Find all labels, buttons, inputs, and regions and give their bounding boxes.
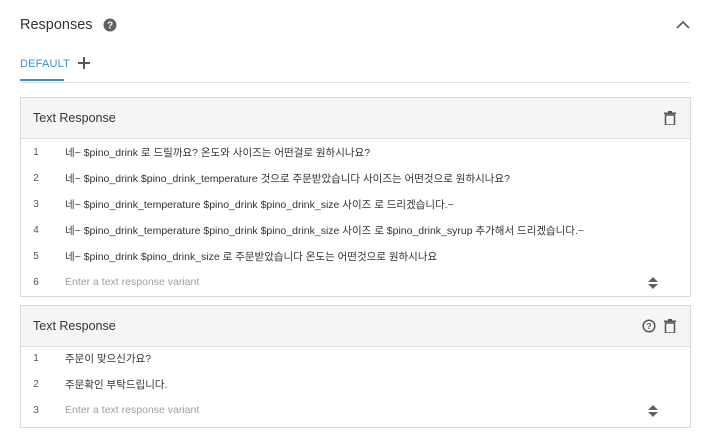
response-row: 5 네~ $pino_drink $pino_drink_size 로 주문받았… [21, 243, 690, 269]
help-circle-icon[interactable]: ? [103, 18, 117, 32]
response-text[interactable]: 네~ $pino_drink_temperature $pino_drink $… [65, 197, 454, 212]
help-circle-icon[interactable]: ? [642, 319, 656, 333]
response-text[interactable]: 네~ $pino_drink $pino_drink_temperature 것… [65, 171, 510, 186]
chevron-up-icon[interactable] [674, 16, 692, 34]
response-variant-input[interactable]: Enter a text response variant [65, 276, 199, 288]
section-title: Responses [20, 17, 93, 33]
row-number: 4 [33, 224, 39, 236]
card-title: Text Response [33, 319, 116, 333]
row-number: 2 [33, 172, 39, 184]
trash-icon[interactable] [664, 319, 676, 333]
active-tab-indicator [20, 79, 64, 81]
response-tabs: DEFAULT [20, 52, 690, 83]
row-number: 1 [33, 352, 39, 364]
response-text[interactable]: 네~ $pino_drink $pino_drink_size 로 주문받았습니… [65, 249, 437, 264]
response-text[interactable]: 네~ $pino_drink 로 드릴까요? 온도와 사이즈는 어떤걸로 원하시… [65, 145, 370, 160]
stepper-icon[interactable] [648, 404, 658, 417]
response-variant-input[interactable]: Enter a text response variant [65, 404, 199, 416]
row-number: 5 [33, 250, 39, 262]
response-row: 4 네~ $pino_drink_temperature $pino_drink… [21, 217, 690, 243]
response-row: 1 네~ $pino_drink 로 드릴까요? 온도와 사이즈는 어떤걸로 원… [21, 139, 690, 165]
row-number: 1 [33, 146, 39, 158]
card-header: Text Response ? [21, 306, 690, 347]
response-row: 1 주문이 맞으신가요? [21, 345, 690, 371]
row-number: 2 [33, 378, 39, 390]
trash-icon[interactable] [664, 111, 676, 125]
svg-text:?: ? [106, 21, 112, 32]
responses-header: Responses ? [20, 14, 702, 36]
response-row: 2 네~ $pino_drink $pino_drink_temperature… [21, 165, 690, 191]
tab-default[interactable]: DEFAULT [20, 58, 70, 78]
response-row: 2 주문확인 부탁드립니다. [21, 371, 690, 397]
row-number: 6 [33, 276, 39, 288]
svg-text:?: ? [646, 321, 651, 331]
stepper-icon[interactable] [648, 276, 658, 289]
response-text[interactable]: 주문이 맞으신가요? [65, 351, 151, 366]
responses-page: Responses ? DEFAULT Text Response 1 네~ $… [0, 0, 722, 436]
response-text[interactable]: 주문확인 부탁드립니다. [65, 377, 167, 392]
text-response-card: Text Response ? 1 주문이 맞으신가요? 2 주문확인 부탁드립… [20, 305, 691, 428]
response-text[interactable]: 네~ $pino_drink_temperature $pino_drink $… [65, 223, 584, 238]
new-response-row: 6 Enter a text response variant [21, 269, 690, 295]
response-row: 3 네~ $pino_drink_temperature $pino_drink… [21, 191, 690, 217]
card-header: Text Response [21, 98, 690, 139]
card-title: Text Response [33, 111, 116, 125]
plus-icon[interactable] [78, 56, 90, 69]
text-response-card: Text Response 1 네~ $pino_drink 로 드릴까요? 온… [20, 97, 691, 297]
row-number: 3 [33, 404, 39, 416]
new-response-row: 3 Enter a text response variant [21, 397, 690, 423]
row-number: 3 [33, 198, 39, 210]
